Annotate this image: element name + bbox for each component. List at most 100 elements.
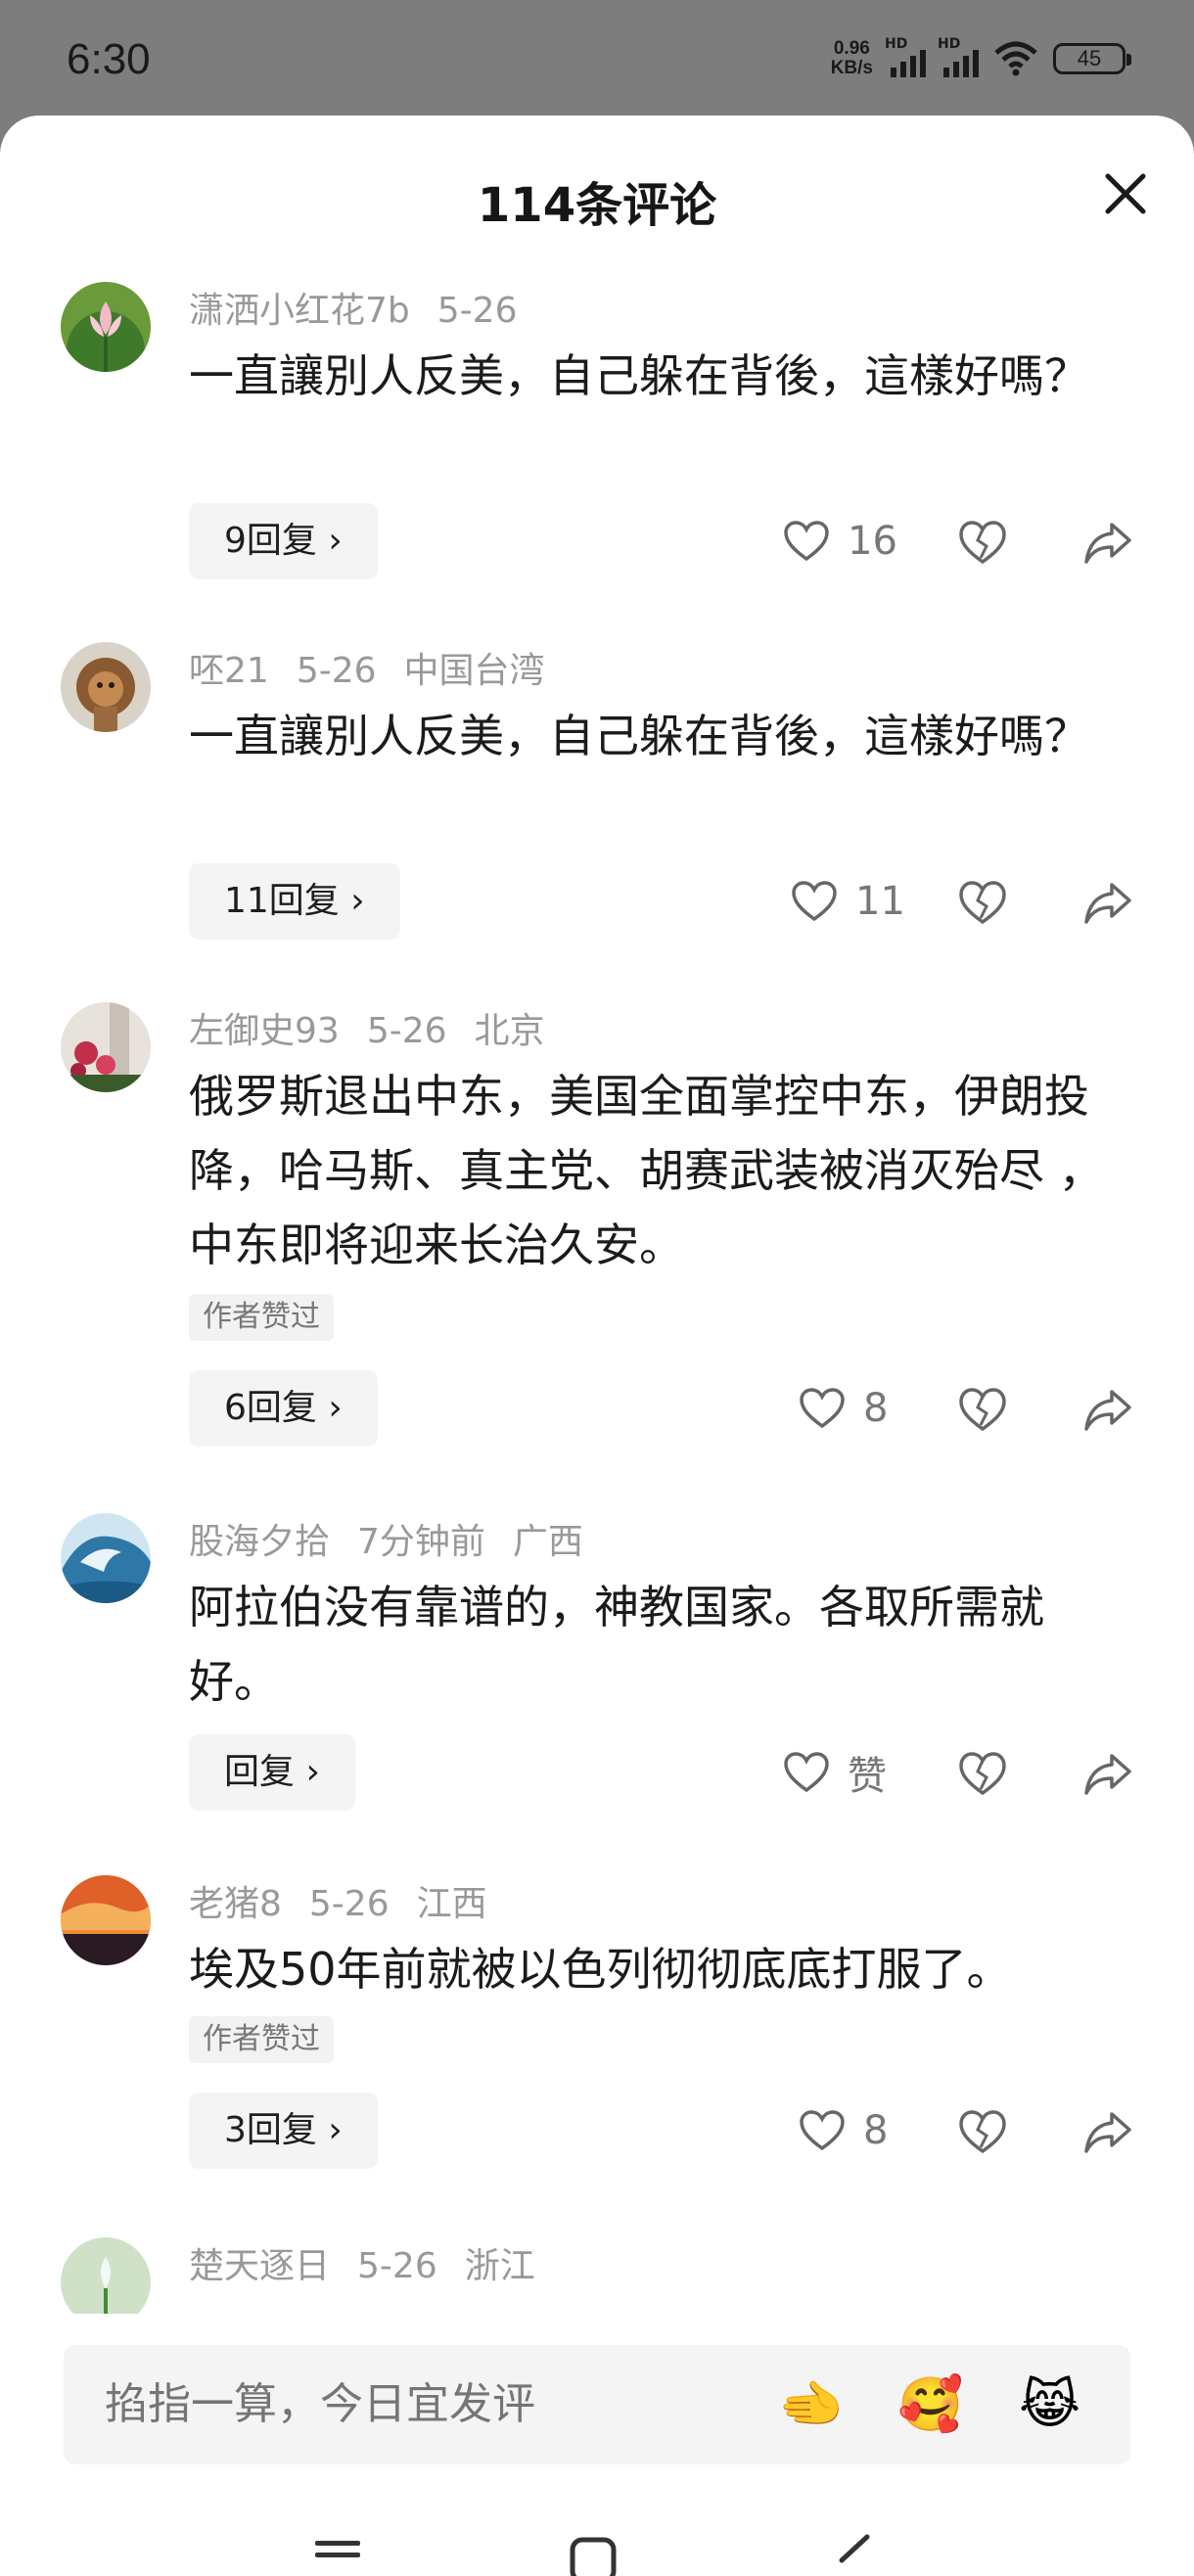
comment-username[interactable]: 左御史93	[189, 1011, 340, 1051]
like-count: 8	[863, 2108, 889, 2153]
reply-button[interactable]: 回复 ›	[189, 1734, 355, 1811]
view-replies-button[interactable]: 3回复 ›	[189, 2093, 378, 2169]
avatar[interactable]	[61, 642, 151, 732]
comment-actions: 回复 › 赞	[0, 1734, 1194, 1811]
signal-hd-label: HD	[938, 36, 961, 52]
share-icon[interactable]	[1082, 1384, 1133, 1435]
lotus-avatar-image	[61, 282, 151, 372]
like-count: 11	[855, 879, 905, 924]
comment-region: 浙江	[464, 2246, 535, 2286]
comment-date: 5-26	[296, 651, 377, 691]
comment-item: 老猪8 5-26 江西 埃及50年前就被以色列彻彻底底打服了。 作者赞过 3回复 ›…	[0, 1875, 1194, 2237]
network-speed-unit: KB/s	[830, 58, 873, 78]
avatar[interactable]	[61, 1002, 151, 1092]
status-bar: 6:30 0.96 KB/s HD HD 45	[0, 0, 1194, 115]
share-icon[interactable]	[1082, 1748, 1133, 1799]
status-icons: 0.96 KB/s HD HD 45	[831, 36, 1131, 78]
heart-icon	[792, 881, 837, 922]
comment-username[interactable]: 呸21	[189, 651, 269, 691]
close-icon	[1105, 173, 1146, 214]
comment-text[interactable]: 一直讓別人反美，自己躲在背後，這樣好嗎？	[189, 699, 1119, 773]
comment-input[interactable]	[103, 2378, 792, 2430]
broken-heart-icon[interactable]	[957, 2106, 1008, 2157]
home-icon[interactable]	[570, 2537, 617, 2576]
like-button[interactable]: 11	[791, 863, 905, 940]
comment-item: 潇洒小红花7b 5-26 一直讓別人反美，自己躲在背後，這樣好嗎？ 9回复 › 1…	[0, 282, 1194, 605]
heart-icon	[800, 2110, 845, 2151]
author-liked-badge: 作者赞过	[189, 1294, 334, 1341]
comment-username[interactable]: 老猪8	[189, 1884, 282, 1924]
comment-region: 北京	[474, 1011, 545, 1051]
comment-username[interactable]: 潇洒小红花7b	[189, 291, 410, 331]
comment-meta: 楚天逐日 5-26 浙江	[189, 2237, 563, 2288]
wifi-icon	[994, 41, 1037, 76]
like-count: 16	[848, 519, 897, 564]
comment-list[interactable]: 潇洒小红花7b 5-26 一直讓別人反美，自己躲在背後，這樣好嗎？ 9回复 › 1…	[0, 282, 1194, 2314]
comment-region: 广西	[512, 1522, 583, 1562]
back-icon[interactable]	[834, 2533, 873, 2576]
close-button[interactable]	[1096, 164, 1155, 223]
flowers-avatar-image	[61, 1002, 151, 1092]
snowdrop-avatar-image	[61, 2237, 151, 2314]
comment-item: 左御史93 5-26 北京 俄罗斯退出中东，美国全面掌控中东，伊朗投降，哈马斯、真主…	[0, 1002, 1194, 1472]
comment-date: 5-26	[436, 291, 518, 331]
avatar[interactable]	[61, 282, 151, 372]
comment-region: 中国台湾	[403, 651, 545, 691]
clap-emoji-button[interactable]: 🫲	[778, 2374, 844, 2435]
menu-icon[interactable]	[315, 2539, 360, 2568]
broken-heart-icon[interactable]	[957, 517, 1008, 568]
comment-date: 5-26	[308, 1884, 390, 1924]
comment-meta: 潇洒小红花7b 5-26	[189, 282, 544, 333]
signal-hd-label: HD	[885, 36, 908, 52]
heart-icon	[784, 521, 829, 562]
like-button[interactable]: 赞	[783, 1734, 887, 1811]
comment-actions: 3回复 › 8	[0, 2093, 1194, 2169]
comment-date: 5-26	[366, 1011, 447, 1051]
comment-username[interactable]: 股海夕拾	[189, 1522, 330, 1562]
avatar[interactable]	[61, 1875, 151, 1965]
share-icon[interactable]	[1082, 877, 1133, 928]
comments-sheet: 114条评论 潇洒小红花7b 5-26 一直讓別人反美，自己躲在背後，這樣好嗎？…	[0, 115, 1194, 2576]
view-replies-button[interactable]: 11回复 ›	[189, 863, 400, 940]
comment-date: 5-26	[357, 2246, 437, 2286]
comment-meta: 呸21 5-26 中国台湾	[189, 642, 573, 693]
comment-text[interactable]: 俄罗斯退出中东，美国全面掌控中东，伊朗投降，哈马斯、真主党、胡赛武装被消灭殆尽 …	[189, 1059, 1119, 1282]
share-icon[interactable]	[1082, 517, 1133, 568]
comment-region: 江西	[416, 1884, 487, 1924]
sunset-avatar-image	[61, 1875, 151, 1965]
view-replies-button[interactable]: 9回复 ›	[189, 503, 378, 579]
comment-item: 呸21 5-26 中国台湾 一直讓別人反美，自己躲在背後，這樣好嗎？ 11回复 › …	[0, 642, 1194, 965]
comment-input-bar[interactable]: 🫲 🥰 😹	[64, 2345, 1130, 2464]
comment-item: 楚天逐日 5-26 浙江	[0, 2237, 1194, 2314]
like-count: 8	[863, 1386, 889, 1431]
network-speed-value: 0.96	[833, 38, 870, 59]
comment-date: 7分钟前	[357, 1522, 485, 1562]
avatar[interactable]	[61, 1513, 151, 1603]
comment-text[interactable]: 埃及50年前就被以色列彻彻底底打服了。	[189, 1932, 1119, 2006]
sheet-header: 114条评论	[0, 115, 1194, 282]
broken-heart-icon[interactable]	[957, 877, 1008, 928]
like-button[interactable]: 8	[799, 2093, 888, 2169]
comment-item: 股海夕拾 7分钟前 广西 阿拉伯没有靠谱的，神教国家。各取所需就好。 回复 › 赞	[0, 1513, 1194, 1836]
lion-avatar-image	[61, 642, 151, 732]
comment-username[interactable]: 楚天逐日	[189, 2246, 330, 2286]
comment-actions: 6回复 › 8	[0, 1370, 1194, 1447]
comment-text[interactable]: 一直讓別人反美，自己躲在背後，這樣好嗎？	[189, 339, 1119, 413]
broken-heart-icon[interactable]	[957, 1384, 1008, 1435]
smile-emoji-button[interactable]: 🥰	[897, 2374, 963, 2435]
like-button[interactable]: 8	[799, 1370, 888, 1447]
network-speed: 0.96 KB/s	[831, 39, 873, 78]
avatar[interactable]	[61, 2237, 151, 2314]
view-replies-button[interactable]: 6回复 ›	[189, 1370, 378, 1447]
comment-meta: 股海夕拾 7分钟前 广西	[189, 1513, 611, 1564]
signal-icon: HD	[938, 36, 979, 77]
comment-meta: 老猪8 5-26 江西	[189, 1875, 515, 1926]
like-button[interactable]: 16	[783, 503, 897, 579]
heart-icon	[800, 1388, 845, 1429]
broken-heart-icon[interactable]	[957, 1748, 1008, 1799]
laugh-emoji-button[interactable]: 😹	[1019, 2374, 1080, 2435]
wave-avatar-image	[61, 1513, 151, 1603]
comment-text[interactable]: 阿拉伯没有靠谱的，神教国家。各取所需就好。	[189, 1570, 1119, 1719]
share-icon[interactable]	[1082, 2106, 1133, 2157]
signal-icon: HD	[885, 36, 926, 77]
